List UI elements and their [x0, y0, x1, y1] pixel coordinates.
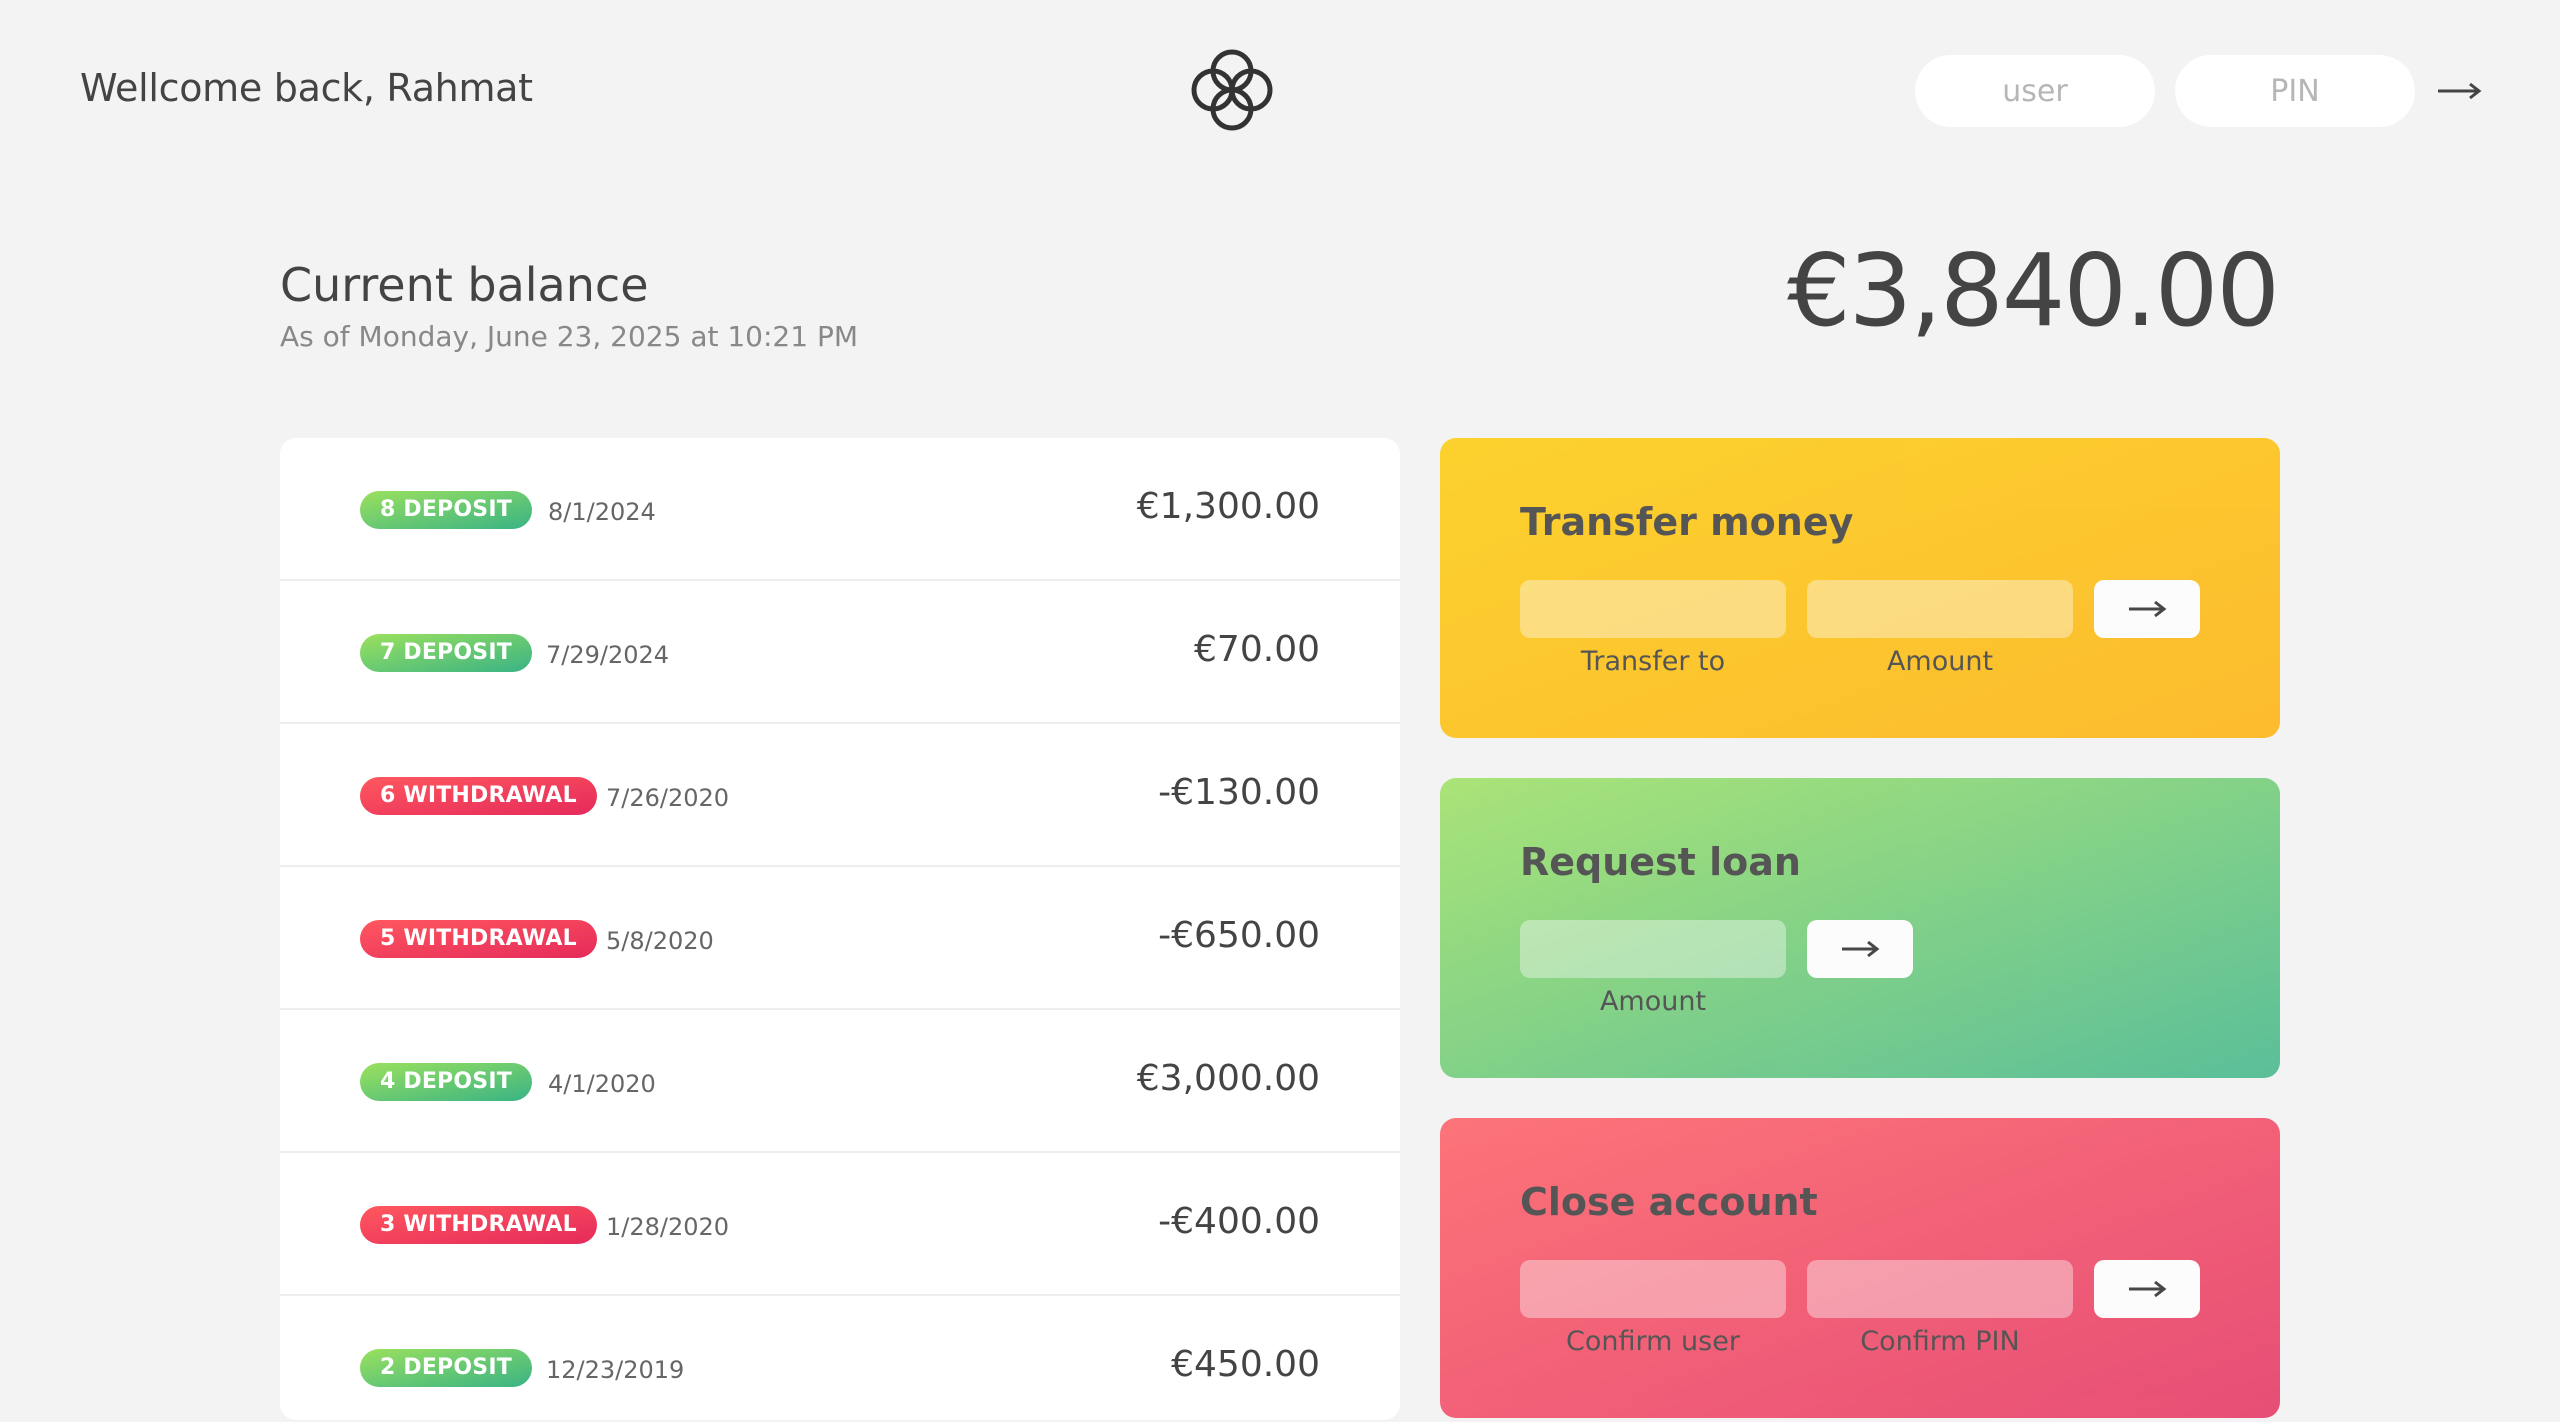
- movement-date: 7/26/2020: [606, 784, 730, 812]
- movement-row: 5 WITHDRAWAL 5/8/2020 -€650.00: [280, 867, 1400, 1010]
- movement-value: -€400.00: [1158, 1201, 1320, 1242]
- transfer-money-panel: Transfer money Transfer to Amount: [1440, 438, 2280, 738]
- movement-date: 1/28/2020: [606, 1213, 730, 1241]
- close-user-input[interactable]: [1520, 1260, 1786, 1318]
- movement-date: 12/23/2019: [546, 1356, 685, 1384]
- movement-type-badge: 6 WITHDRAWAL: [360, 777, 597, 815]
- movement-type-badge: 8 DEPOSIT: [360, 491, 532, 529]
- arrow-right-icon: [2129, 600, 2167, 618]
- movement-value: €70.00: [1194, 629, 1320, 670]
- arrow-right-icon: [1842, 940, 1880, 958]
- movement-type-badge: 5 WITHDRAWAL: [360, 920, 597, 958]
- arrow-right-icon: [2129, 1280, 2167, 1298]
- movement-date: 5/8/2020: [606, 927, 714, 955]
- welcome-message: Wellcome back, Rahmat: [80, 66, 533, 110]
- movement-type-badge: 2 DEPOSIT: [360, 1349, 532, 1387]
- balance-value: €3,840.00: [1787, 232, 2280, 349]
- login-pin-input[interactable]: [2175, 55, 2415, 127]
- transfer-to-label: Transfer to: [1580, 646, 1726, 677]
- login-button[interactable]: [2428, 60, 2490, 122]
- transfer-title: Transfer money: [1520, 500, 1854, 544]
- transfer-amount-label: Amount: [1886, 646, 1994, 677]
- movement-row: 4 DEPOSIT 4/1/2020 €3,000.00: [280, 1010, 1400, 1153]
- close-account-panel: Close account Confirm user Confirm PIN: [1440, 1118, 2280, 1418]
- loan-amount-input[interactable]: [1520, 920, 1786, 978]
- close-submit-button[interactable]: [2094, 1260, 2200, 1318]
- movement-type-badge: 3 WITHDRAWAL: [360, 1206, 597, 1244]
- movement-row: 3 WITHDRAWAL 1/28/2020 -€400.00: [280, 1153, 1400, 1296]
- transfer-submit-button[interactable]: [2094, 580, 2200, 638]
- movement-type-badge: 4 DEPOSIT: [360, 1063, 532, 1101]
- close-user-label: Confirm user: [1566, 1326, 1740, 1357]
- close-pin-label: Confirm PIN: [1860, 1326, 2020, 1357]
- movement-value: -€650.00: [1158, 915, 1320, 956]
- loan-submit-button[interactable]: [1807, 920, 1913, 978]
- movement-value: €1,300.00: [1136, 486, 1320, 527]
- login-user-input[interactable]: [1915, 55, 2155, 127]
- top-nav: Wellcome back, Rahmat: [0, 0, 2560, 180]
- movement-row: 8 DEPOSIT 8/1/2024 €1,300.00: [280, 438, 1400, 581]
- movement-date: 7/29/2024: [546, 641, 670, 669]
- close-pin-input[interactable]: [1807, 1260, 2073, 1318]
- arrow-right-icon: [2438, 82, 2482, 100]
- movement-row: 6 WITHDRAWAL 7/26/2020 -€130.00: [280, 724, 1400, 867]
- loan-title: Request loan: [1520, 840, 1801, 884]
- movement-value: €3,000.00: [1136, 1058, 1320, 1099]
- movement-date: 8/1/2024: [548, 498, 656, 526]
- movement-value: €450.00: [1171, 1344, 1320, 1385]
- movement-row: 7 DEPOSIT 7/29/2024 €70.00: [280, 581, 1400, 724]
- balance-label: Current balance: [280, 258, 649, 312]
- movements-list: 8 DEPOSIT 8/1/2024 €1,300.00 7 DEPOSIT 7…: [280, 438, 1400, 1420]
- four-circles-logo-icon: [1191, 49, 1273, 131]
- movement-type-badge: 7 DEPOSIT: [360, 634, 532, 672]
- movement-value: -€130.00: [1158, 772, 1320, 813]
- movement-row: 2 DEPOSIT 12/23/2019 €450.00: [280, 1296, 1400, 1420]
- loan-amount-label: Amount: [1599, 986, 1707, 1017]
- transfer-amount-input[interactable]: [1807, 580, 2073, 638]
- request-loan-panel: Request loan Amount: [1440, 778, 2280, 1078]
- close-title: Close account: [1520, 1180, 1818, 1224]
- transfer-to-input[interactable]: [1520, 580, 1786, 638]
- balance-date: As of Monday, June 23, 2025 at 10:21 PM: [280, 320, 859, 353]
- movement-date: 4/1/2020: [548, 1070, 656, 1098]
